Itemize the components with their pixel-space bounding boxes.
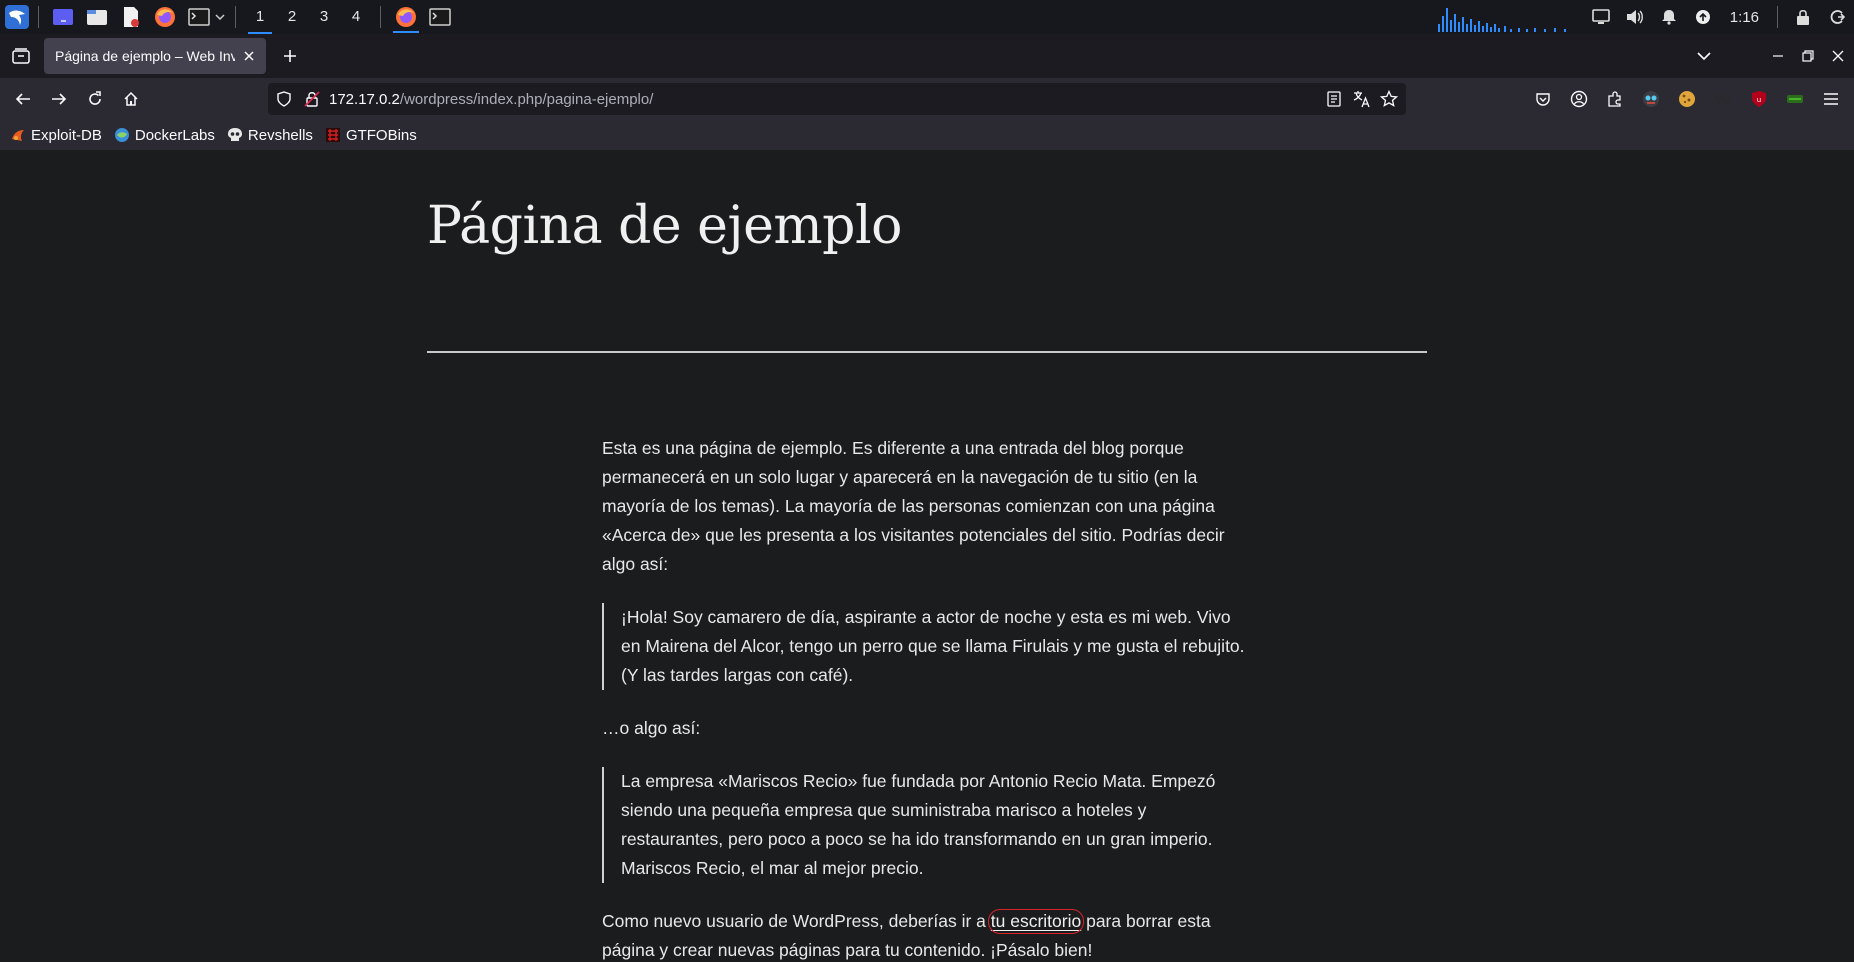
page-title: Página de ejemplo [427, 196, 902, 256]
insecure-lock-icon[interactable] [304, 91, 320, 112]
bookmark-dockerlabs[interactable]: DockerLabs [114, 127, 215, 144]
skull-icon [227, 127, 243, 143]
middle-paragraph: …o algo así: [602, 718, 701, 738]
bookmark-gtfobins[interactable]: GTFOBins [325, 127, 417, 144]
system-tray: 1:16 [1434, 0, 1854, 34]
url-path: /wordpress/index.php/pagina-ejemplo/ [399, 90, 654, 108]
blockquote-2-text: La empresa «Mariscos Recio» fue fundada … [621, 771, 1216, 878]
kali-menu-icon[interactable] [4, 4, 30, 30]
workspace-2[interactable]: 2 [276, 2, 308, 32]
bookmark-label: Revshells [247, 126, 313, 144]
bookmark-star-icon[interactable] [1379, 89, 1399, 113]
reload-icon[interactable] [80, 84, 110, 114]
dashboard-link-text: tu escritorio [990, 911, 1082, 931]
foxyproxy-icon[interactable] [1782, 86, 1808, 112]
file-manager-icon[interactable] [85, 5, 109, 29]
ublock-origin-icon[interactable]: u [1746, 86, 1772, 112]
workspace-1[interactable]: 1 [244, 2, 276, 34]
tab-pagina-de-ejemplo[interactable]: Página de ejemplo – Web Inv [44, 38, 266, 74]
volume-icon[interactable] [1618, 0, 1652, 34]
dashboard-link[interactable]: tu escritorio [987, 909, 1085, 934]
text-editor-icon[interactable] [119, 5, 143, 29]
svg-text:u: u [1757, 96, 1761, 104]
final-paragraph: Como nuevo usuario de WordPress, debería… [602, 907, 1252, 962]
firefox-icon[interactable] [153, 5, 177, 29]
page-content: Esta es una página de ejemplo. Es difere… [602, 434, 1252, 962]
bookmark-label: GTFOBins [345, 126, 417, 144]
intro-paragraph: Esta es una página de ejemplo. Es difere… [602, 438, 1225, 574]
taskbar-separator [38, 6, 39, 28]
bookmark-label: Exploit-DB [31, 126, 102, 144]
close-window-icon[interactable] [1823, 41, 1853, 71]
url-host: 172.17.0.2 [329, 90, 400, 108]
bookmark-revshells[interactable]: Revshells [227, 127, 313, 144]
gtfobins-icon [325, 127, 341, 143]
bookmark-label: DockerLabs [134, 126, 215, 144]
taskbar-firefox-window[interactable] [389, 0, 423, 34]
blockquote-2: La empresa «Mariscos Recio» fue fundada … [602, 767, 1252, 883]
bookmark-exploit-db[interactable]: Exploit-DB [10, 127, 102, 144]
update-icon[interactable] [1686, 0, 1720, 34]
translate-icon[interactable] [1353, 90, 1371, 113]
url-bar[interactable]: 172.17.0.2/wordpress/index.php/pagina-ej… [268, 83, 1406, 115]
logout-icon[interactable] [1820, 0, 1854, 34]
dockerlabs-icon [114, 127, 130, 143]
display-icon[interactable] [1584, 0, 1618, 34]
close-tab-icon[interactable] [240, 47, 258, 65]
terminal-icon [429, 8, 451, 26]
desktop-icon[interactable] [51, 5, 75, 29]
shield-icon[interactable] [276, 91, 292, 112]
bookmarks-toolbar: Exploit-DB DockerLabs Revshells GTFOBins [0, 120, 1854, 150]
terminal-icon[interactable] [187, 5, 211, 29]
workspace-3[interactable]: 3 [308, 2, 340, 32]
blockquote-1: ¡Hola! Soy camarero de día, aspirante a … [602, 603, 1252, 690]
taskbar-separator [235, 6, 236, 28]
blockquote-1-text: ¡Hola! Soy camarero de día, aspirante a … [621, 607, 1245, 685]
title-separator [427, 351, 1427, 353]
firefox-view-icon[interactable] [6, 41, 36, 71]
cpu-graph [1437, 8, 1566, 32]
taskbar-separator [380, 6, 381, 28]
web-page: Página de ejemplo Esta es una página de … [0, 150, 1854, 962]
chevron-down-icon[interactable] [213, 5, 227, 29]
tray-separator [1777, 6, 1778, 28]
account-icon[interactable] [1566, 86, 1592, 112]
extensions-puzzle-icon[interactable] [1602, 86, 1628, 112]
restore-icon[interactable] [1793, 41, 1823, 71]
list-all-tabs-icon[interactable] [1689, 41, 1719, 71]
hamburger-menu-icon[interactable] [1818, 86, 1844, 112]
firefox-icon [396, 7, 416, 27]
clock: 1:16 [1729, 8, 1759, 26]
browser-tab-strip: Página de ejemplo – Web Inv [0, 34, 1854, 78]
lock-icon[interactable] [1786, 0, 1820, 34]
workspace-4[interactable]: 4 [340, 2, 372, 32]
pocket-icon[interactable] [1530, 86, 1556, 112]
forward-icon[interactable] [44, 84, 74, 114]
wappalyzer-icon[interactable] [1710, 86, 1736, 112]
os-taskbar: 1 2 3 4 1:16 [0, 0, 1854, 34]
navigation-toolbar: 172.17.0.2/wordpress/index.php/pagina-ej… [0, 78, 1854, 120]
reader-view-icon[interactable] [1326, 91, 1342, 112]
new-tab-icon[interactable] [275, 41, 305, 71]
home-icon[interactable] [116, 84, 146, 114]
taskbar-terminal-window[interactable] [423, 0, 457, 34]
cookie-editor-icon[interactable] [1674, 86, 1700, 112]
tab-title: Página de ejemplo – Web Inv [55, 48, 235, 64]
minimize-icon[interactable] [1763, 41, 1793, 71]
exploitdb-icon [10, 127, 26, 143]
back-icon[interactable] [8, 84, 38, 114]
final-text-before: Como nuevo usuario de WordPress, debería… [602, 911, 991, 931]
notification-bell-icon[interactable] [1652, 0, 1686, 34]
hacktools-extension-icon[interactable] [1638, 86, 1664, 112]
